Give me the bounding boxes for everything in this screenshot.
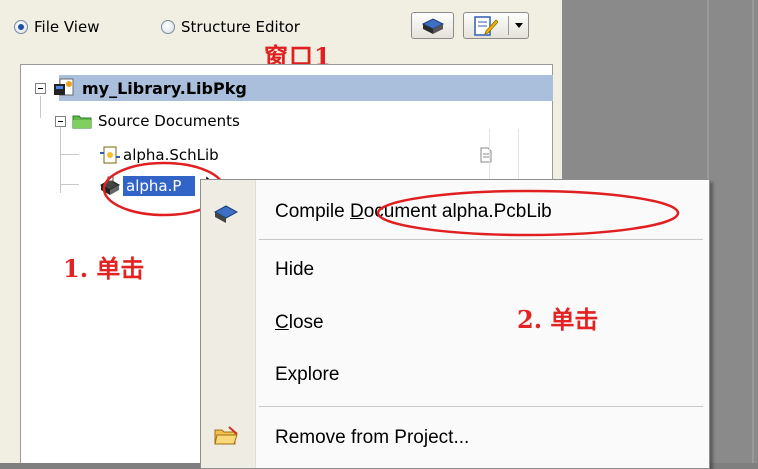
menu-separator (259, 239, 703, 240)
structure-editor-radio[interactable] (161, 20, 175, 34)
tree-item-source-documents[interactable]: Source Documents (55, 108, 240, 134)
library-package-icon (54, 78, 74, 96)
menu-item-close[interactable]: Close (275, 312, 324, 334)
folder-icon (72, 115, 92, 129)
folder-name: Source Documents (98, 112, 240, 130)
structure-editor-option[interactable]: Structure Editor (161, 18, 300, 36)
menu-item-hide[interactable]: Hide (275, 259, 314, 281)
collapse-icon[interactable] (55, 115, 66, 127)
file-view-radio[interactable] (14, 20, 28, 34)
close-rest: lose (288, 312, 324, 333)
compile-icon (421, 17, 444, 34)
compile-accel: D (349, 201, 364, 222)
compile-prefix: Compile (275, 201, 350, 222)
context-menu: Compile Document alpha.PcbLib Hide Close… (200, 179, 710, 469)
document-edit-icon (474, 15, 498, 36)
hide-label: Hide (275, 259, 315, 280)
explore-label: Explore (275, 364, 340, 385)
document-status-icon (480, 147, 492, 163)
collapse-icon[interactable] (35, 82, 46, 94)
project-name: my_Library.LibPkg (82, 78, 247, 98)
file-view-label: File View (34, 18, 100, 36)
remove-label: Remove from Project... (275, 427, 470, 448)
menu-item-explore[interactable]: Explore (275, 364, 339, 386)
compile-menu-icon (213, 205, 239, 223)
chevron-down-icon (515, 23, 523, 28)
file-view-option[interactable]: File View (14, 18, 99, 36)
remove-folder-icon (214, 426, 238, 445)
compile-highlight-ellipse (376, 189, 680, 237)
project-options-dropdown[interactable] (463, 12, 529, 39)
menu-item-remove-from-project[interactable]: Remove from Project... (275, 427, 469, 449)
tree-item-project[interactable]: my_Library.LibPkg (35, 75, 247, 101)
close-accel: C (275, 312, 289, 333)
structure-editor-label: Structure Editor (181, 18, 300, 36)
step2-annotation: 2. 单击 (517, 305, 599, 334)
compile-toolbar-button[interactable] (411, 12, 454, 39)
menu-separator (259, 406, 703, 407)
step1-annotation: 1. 单击 (63, 254, 145, 283)
